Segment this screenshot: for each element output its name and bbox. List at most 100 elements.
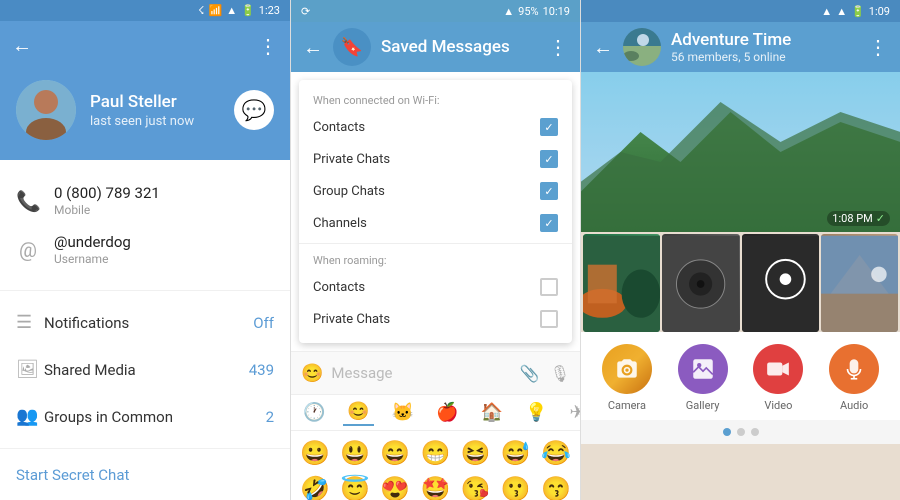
emoji-item[interactable]: 😁 (417, 437, 453, 469)
chat-image: 1:08 PM✓ (581, 72, 900, 232)
emoji-item[interactable]: 😅 (498, 437, 534, 469)
private-chats-wifi-item[interactable]: Private Chats ✓ (299, 143, 572, 175)
notifications-value: Off (253, 314, 274, 332)
emoji-item[interactable]: 😀 (297, 437, 333, 469)
battery-icon3: 🔋 (851, 5, 865, 18)
saved-messages-icon: 🔖 (333, 28, 371, 66)
camera-button[interactable]: Camera (602, 344, 652, 412)
emoji-item[interactable]: 😍 (377, 473, 413, 500)
groups-icon: 👥 (16, 406, 44, 427)
emoji-button[interactable]: 😊 (301, 363, 323, 384)
emoji-item[interactable]: 😗 (498, 473, 534, 500)
gallery-label: Gallery (686, 399, 720, 412)
food-tab[interactable]: 🍎 (432, 400, 462, 425)
shared-media-row[interactable]: 🖼 Shared Media 439 (0, 346, 290, 393)
page-indicator (581, 420, 900, 444)
thumbnail-2[interactable] (662, 234, 739, 332)
phone-icon: 📞 (16, 189, 40, 213)
groups-label: Groups in Common (44, 408, 266, 426)
gallery-button[interactable]: Gallery (678, 344, 728, 412)
wifi-icon3: ▲ (821, 5, 832, 18)
signal-icon3: ▲ (836, 5, 847, 18)
smiley-tab[interactable]: 😊 (343, 399, 373, 426)
settings-dropdown: When connected on Wi-Fi: Contacts ✓ Priv… (299, 80, 572, 343)
panel-saved-messages: ⟳ ▲ 95% 10:19 ← 🔖 Saved Messages ⋮ When … (290, 0, 580, 500)
emoji-grid: 😀 😃 😄 😁 😆 😅 😂 🤣 😇 😍 🤩 😘 😗 😙 😚 😋 😛 😝 😜 🤪 … (291, 431, 580, 500)
objects-tab[interactable]: 💡 (521, 400, 551, 425)
contacts-roaming-item[interactable]: Contacts (299, 271, 572, 303)
thumbnail-4[interactable] (821, 234, 898, 332)
channels-wifi-item[interactable]: Channels ✓ (299, 207, 572, 239)
message-input[interactable]: Message (331, 364, 511, 382)
group-chats-wifi-item[interactable]: Group Chats ✓ (299, 175, 572, 207)
group-title: Adventure Time (671, 30, 858, 50)
image-timestamp: 1:08 PM✓ (827, 211, 890, 226)
username-value: @underdog (54, 233, 274, 251)
notifications-row[interactable]: ☰ Notifications Off (0, 299, 290, 346)
video-label: Video (764, 399, 792, 412)
contacts-wifi-checkbox[interactable]: ✓ (540, 118, 558, 136)
secret-chat-label: Start Secret Chat (16, 466, 129, 484)
phone-number: 0 (800) 789 321 (54, 184, 274, 202)
profile-status: last seen just now (90, 114, 220, 129)
wifi-icon2: ▲ (503, 5, 514, 18)
notifications-label: Notifications (44, 314, 253, 332)
send-message-button[interactable]: 💬 (234, 90, 274, 130)
groups-value: 2 (266, 408, 274, 426)
emoji-item[interactable]: 😘 (458, 473, 494, 500)
group-chats-wifi-checkbox[interactable]: ✓ (540, 182, 558, 200)
emoji-item[interactable]: 🤩 (417, 473, 453, 500)
time-display3: 1:09 (869, 5, 890, 18)
shared-media-value: 439 (249, 361, 274, 379)
emoji-item[interactable]: 😇 (337, 473, 373, 500)
saved-messages-header: ← 🔖 Saved Messages ⋮ (291, 22, 580, 72)
phone-row: 📞 0 (800) 789 321 Mobile (16, 176, 274, 225)
chat-content: 1:08 PM✓ (581, 72, 900, 500)
camera-label: Camera (608, 399, 646, 412)
contact-header: ← ⋮ (0, 21, 290, 70)
contacts-wifi-item[interactable]: Contacts ✓ (299, 111, 572, 143)
thumbnail-3[interactable] (742, 234, 819, 332)
audio-button[interactable]: Audio (829, 344, 879, 412)
back-button3[interactable]: ← (593, 35, 613, 60)
emoji-item[interactable]: 😙 (538, 473, 574, 500)
places-tab[interactable]: 🏠 (477, 400, 507, 425)
dot-3 (751, 428, 759, 436)
groups-in-common-row[interactable]: 👥 Groups in Common 2 (0, 393, 290, 440)
contacts-roaming-checkbox[interactable] (540, 278, 558, 296)
emoji-item[interactable]: 😄 (377, 437, 413, 469)
private-chats-wifi-checkbox[interactable]: ✓ (540, 150, 558, 168)
back-button[interactable]: ← (12, 33, 32, 58)
emoji-item[interactable]: 🤣 (297, 473, 333, 500)
recent-tab[interactable]: 🕐 (299, 400, 329, 425)
battery-icon: 🔋 (241, 4, 255, 17)
animals-tab[interactable]: 🐱 (388, 400, 418, 425)
sync-icon: ⟳ (301, 5, 310, 18)
time-display2: 10:19 (543, 5, 570, 18)
start-secret-chat-button[interactable]: Start Secret Chat (0, 449, 290, 500)
message-icon: 💬 (242, 98, 267, 122)
dot-1 (723, 428, 731, 436)
private-chats-roaming-item[interactable]: Private Chats (299, 303, 572, 335)
group-subtitle: 56 members, 5 online (671, 50, 858, 64)
emoji-item[interactable]: 😃 (337, 437, 373, 469)
more-options-button2[interactable]: ⋮ (548, 35, 568, 59)
mic-button[interactable]: 🎙 (550, 364, 570, 383)
username-row: @ @underdog Username (16, 225, 274, 274)
private-chats-roaming-checkbox[interactable] (540, 310, 558, 328)
wifi-icon: 📶 (208, 4, 222, 17)
audio-label: Audio (840, 399, 868, 412)
panel-adventure-time: ▲ ▲ 🔋 1:09 ← Adventure Time 56 members, … (580, 0, 900, 500)
profile-name: Paul Steller (90, 92, 220, 112)
back-button2[interactable]: ← (303, 35, 323, 60)
panel-contact-profile: ☇ 📶 ▲ 🔋 1:23 ← ⋮ Paul Steller last seen … (0, 0, 290, 500)
emoji-item[interactable]: 😆 (458, 437, 494, 469)
more-options-button[interactable]: ⋮ (258, 34, 278, 58)
attach-button[interactable]: 📎 (520, 364, 540, 383)
thumbnail-1[interactable] (583, 234, 660, 332)
video-button[interactable]: Video (753, 344, 803, 412)
dot-2 (737, 428, 745, 436)
more-options-button3[interactable]: ⋮ (868, 35, 888, 59)
channels-wifi-checkbox[interactable]: ✓ (540, 214, 558, 232)
emoji-item[interactable]: 😂 (538, 437, 574, 469)
